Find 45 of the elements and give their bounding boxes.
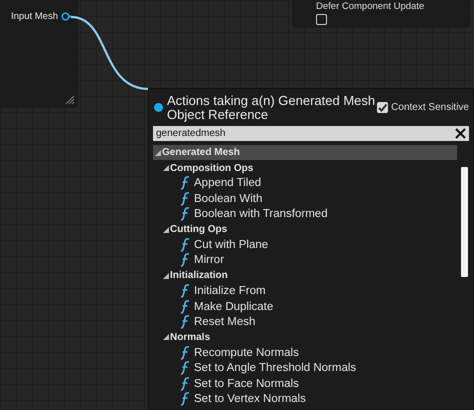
tree-category[interactable]: Composition Ops xyxy=(153,160,457,176)
pin-icon[interactable] xyxy=(61,12,72,21)
pin-dot-icon xyxy=(154,103,163,112)
function-icon xyxy=(180,392,190,406)
function-icon xyxy=(180,314,190,329)
function-icon xyxy=(180,238,190,252)
action-item[interactable]: Set to Vertex Normals xyxy=(194,392,306,405)
action-item[interactable]: Mirror xyxy=(194,254,224,266)
action-item[interactable]: Set to Angle Threshold Normals xyxy=(194,362,356,374)
search-field[interactable]: generatedmesh xyxy=(153,126,469,141)
action-item[interactable]: Initialize From xyxy=(194,285,266,298)
action-item[interactable]: Cut with Plane xyxy=(194,239,268,252)
menu-title: Actions taking a(n) Generated Mesh Object Reference xyxy=(167,94,376,122)
function-icon xyxy=(180,376,190,391)
action-item[interactable]: Boolean with Transformed xyxy=(194,208,328,220)
tree-category[interactable]: Cutting Ops xyxy=(153,222,457,238)
checkbox[interactable] xyxy=(377,102,388,113)
action-item[interactable]: Make Duplicate xyxy=(194,300,274,313)
caret-icon[interactable] xyxy=(163,165,169,172)
action-item[interactable]: Set to Face Normals xyxy=(194,378,299,390)
tree-category[interactable]: Initialization xyxy=(153,268,457,284)
action-item[interactable]: Boolean With xyxy=(194,192,262,205)
function-icon xyxy=(180,300,190,314)
tree-category[interactable]: Normals xyxy=(153,330,457,346)
function-icon xyxy=(180,361,190,376)
caret-icon[interactable] xyxy=(163,272,169,279)
option-label: Defer Component Update xyxy=(316,1,426,12)
tree-category[interactable]: Generated Mesh xyxy=(153,145,457,160)
pin-label: Input Mesh xyxy=(11,11,58,22)
scrollbar-thumb[interactable] xyxy=(461,167,468,277)
function-icon xyxy=(180,346,190,360)
function-icon xyxy=(180,207,190,222)
caret-icon[interactable] xyxy=(155,150,161,156)
caret-icon[interactable] xyxy=(163,334,169,340)
action-item[interactable]: Recompute Normals xyxy=(194,346,299,359)
resize-grip-icon[interactable] xyxy=(65,95,75,105)
function-icon xyxy=(180,176,190,190)
close-icon[interactable] xyxy=(455,128,466,139)
action-item[interactable]: Reset Mesh xyxy=(194,316,256,328)
function-icon xyxy=(180,192,190,206)
checkbox-label: Context Sensitive xyxy=(391,102,469,113)
function-icon xyxy=(180,284,190,298)
function-icon xyxy=(180,253,190,268)
caret-icon[interactable] xyxy=(163,226,169,233)
action-item[interactable]: Append Tiled xyxy=(194,177,262,190)
